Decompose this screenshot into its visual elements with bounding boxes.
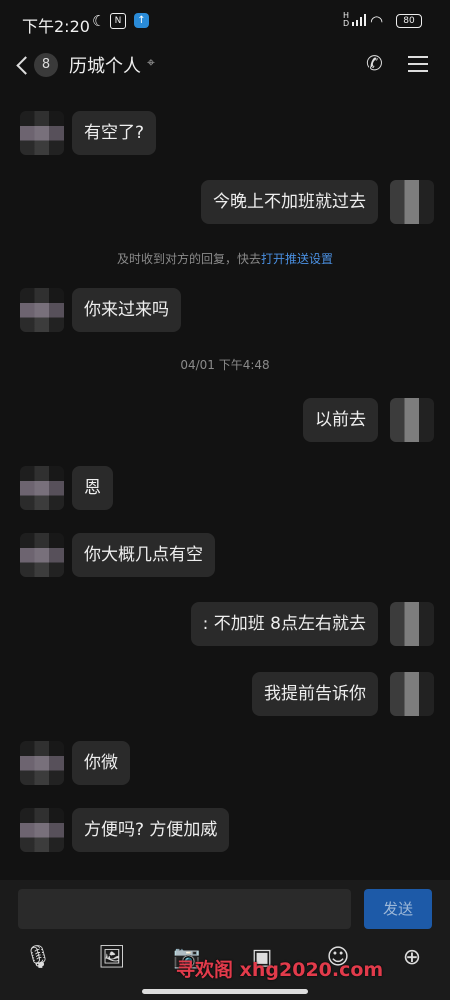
- location-pin-icon: ⌖: [147, 55, 155, 71]
- message-bubble[interactable]: 有空了?: [72, 111, 157, 155]
- nfc-icon: N: [110, 13, 126, 29]
- message-bubble[interactable]: : 不加班 8点左右就去: [190, 602, 378, 646]
- unread-count-badge[interactable]: 8: [34, 53, 58, 77]
- menu-icon[interactable]: [408, 56, 428, 72]
- chat-header: 8 历城个人 ⌖ ✆: [0, 44, 450, 90]
- contact-avatar[interactable]: [20, 288, 64, 332]
- system-notice-text: 及时收到对方的回复，快去: [116, 252, 261, 266]
- message-bubble[interactable]: 你微: [72, 741, 130, 785]
- message-bubble[interactable]: 方便吗? 方便加威: [72, 808, 230, 852]
- hd-icon: HD: [343, 11, 350, 28]
- image-icon[interactable]: 🖼: [94, 940, 130, 976]
- contact-avatar[interactable]: [20, 466, 64, 510]
- message-bubble[interactable]: 今晚上不加班就过去: [201, 180, 378, 224]
- message-bubble[interactable]: 你来过来吗: [72, 288, 181, 332]
- message-bubble[interactable]: 我提前告诉你: [252, 672, 378, 716]
- status-time: 下午2:20: [22, 17, 90, 36]
- phone-icon[interactable]: ✆: [366, 51, 383, 75]
- back-icon[interactable]: [14, 52, 32, 80]
- contact-avatar[interactable]: [20, 808, 64, 852]
- chat-title: 历城个人: [69, 56, 141, 77]
- self-avatar[interactable]: [390, 672, 434, 716]
- microphone-icon[interactable]: 🎙: [20, 940, 56, 976]
- self-avatar[interactable]: [390, 180, 434, 224]
- message-bubble[interactable]: 你大概几点有空: [72, 533, 215, 577]
- self-avatar[interactable]: [390, 398, 434, 442]
- self-avatar[interactable]: [390, 602, 434, 646]
- do-not-disturb-icon: ☾: [92, 12, 106, 30]
- message-bubble[interactable]: 恩: [72, 466, 113, 510]
- message-list[interactable]: 有空了? 今晚上不加班就过去 及时收到对方的回复，快去打开推送设置 你来过来吗 …: [0, 90, 450, 880]
- status-bar: 下午2:20 ☾ N ↑ HD ◠ 80: [0, 0, 450, 44]
- send-button[interactable]: 发送: [364, 889, 432, 929]
- message-input[interactable]: [18, 889, 351, 929]
- contact-avatar[interactable]: [20, 533, 64, 577]
- push-settings-link-tail[interactable]: 推送设置: [285, 252, 333, 266]
- push-settings-link[interactable]: 打开: [261, 252, 285, 266]
- contact-avatar[interactable]: [20, 741, 64, 785]
- message-bubble[interactable]: 以前去: [303, 398, 378, 442]
- battery-icon: 80: [396, 14, 422, 28]
- contact-avatar[interactable]: [20, 111, 64, 155]
- signal-icon: [352, 14, 367, 26]
- message-timestamp: 04/01 下午4:48: [180, 358, 270, 372]
- input-bar: 发送 🎙 🖼 📷 ▣ ☺ ⊕ 寻欢阁 xhg2020.com: [0, 880, 450, 1000]
- app-notification-icon: ↑: [134, 13, 149, 28]
- plus-icon[interactable]: ⊕: [394, 940, 430, 976]
- wifi-icon: ◠: [370, 12, 384, 30]
- home-indicator[interactable]: [142, 989, 308, 994]
- system-notice: 及时收到对方的回复，快去打开推送设置: [0, 250, 450, 267]
- watermark: 寻欢阁 xhg2020.com: [176, 959, 384, 981]
